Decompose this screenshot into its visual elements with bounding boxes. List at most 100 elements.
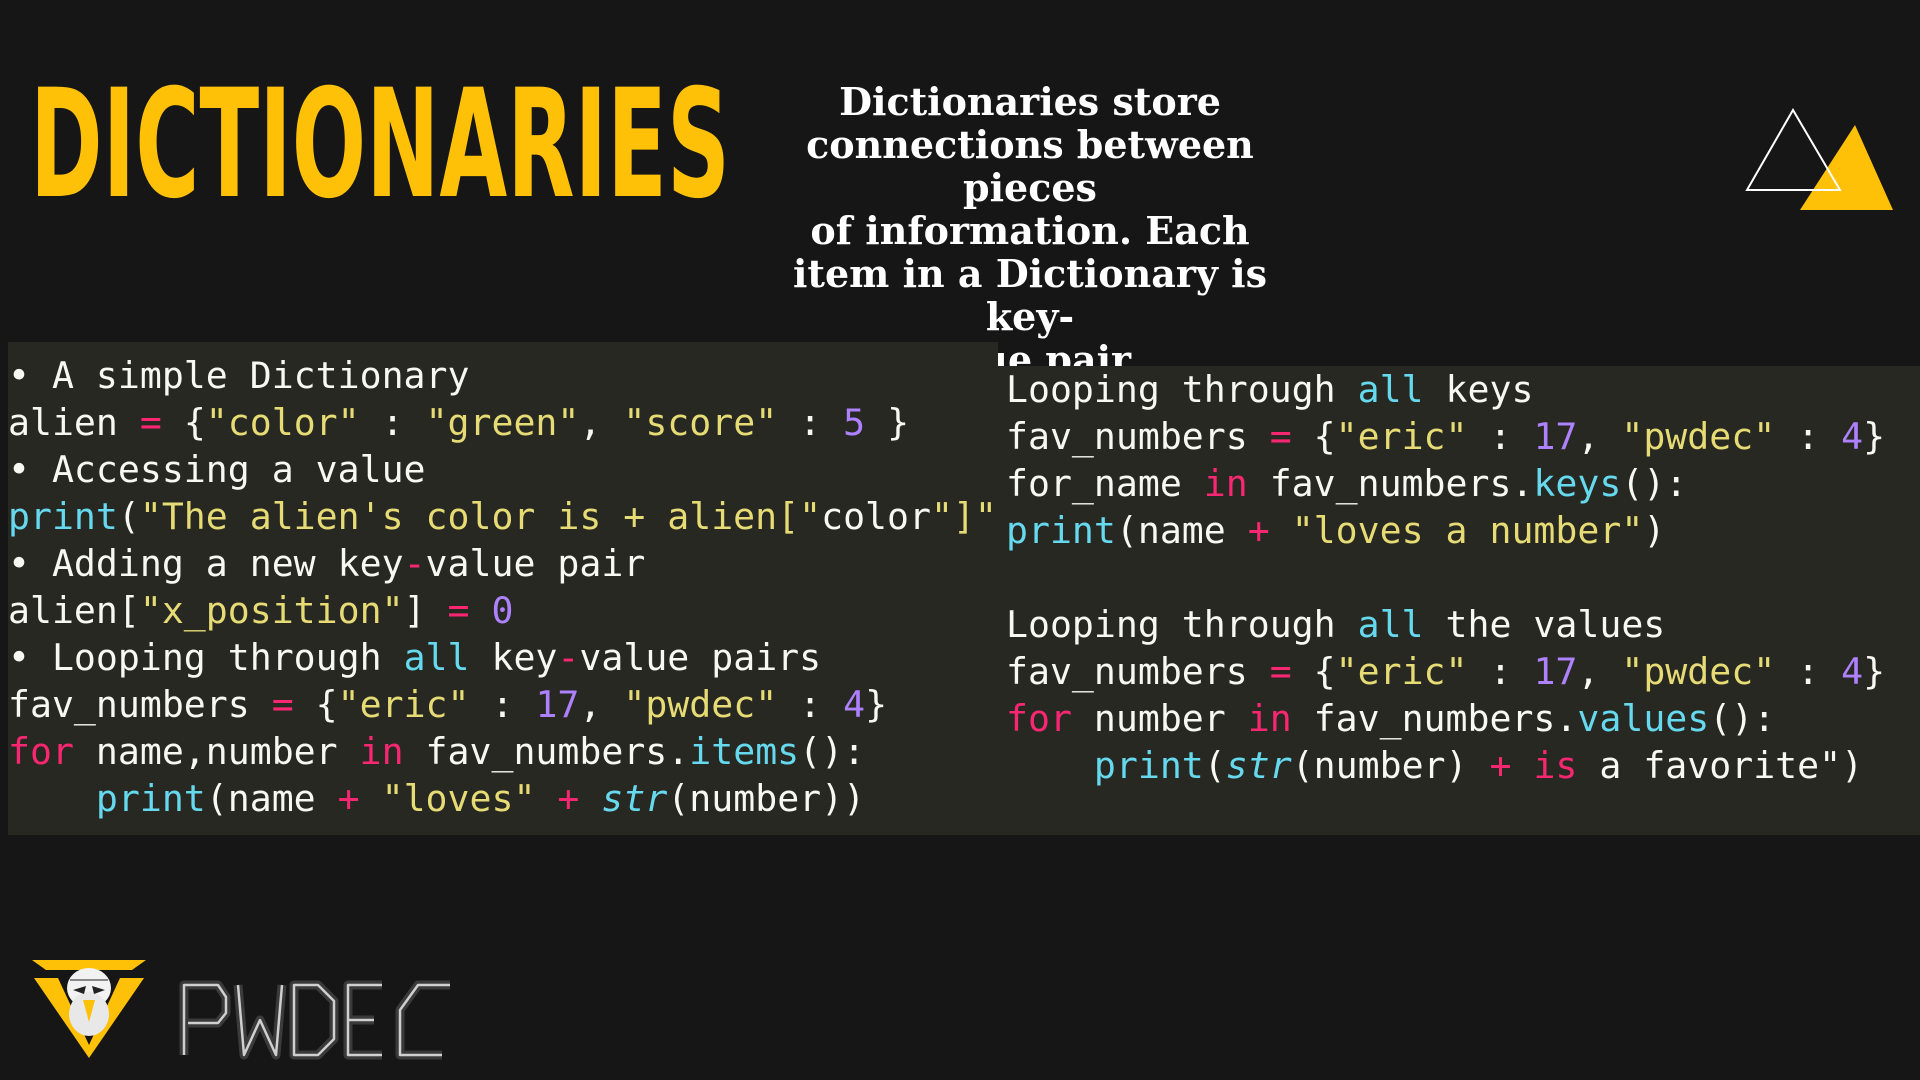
code-token: = xyxy=(1269,415,1292,458)
code-token: + xyxy=(1247,509,1270,552)
code-token: (): xyxy=(1709,697,1776,740)
code-line: • Adding a new key-value pair xyxy=(8,540,997,587)
code-token: str xyxy=(601,777,668,820)
description: Dictionaries store connections between p… xyxy=(780,80,1280,381)
code-line: Looping through all keys xyxy=(1006,366,1885,413)
code-token: color xyxy=(821,495,931,538)
code-token: 17 xyxy=(1533,415,1578,458)
code-token: "green" xyxy=(425,401,580,444)
code-token: ] xyxy=(403,589,448,632)
code-line: print(name + "loves" + str(number)) xyxy=(8,775,997,822)
code-token: "eric" xyxy=(1335,650,1468,693)
code-line: fav_numbers = {"eric" : 17, "pwdec" : 4} xyxy=(8,681,997,728)
code-token: = xyxy=(447,589,470,632)
code-token: = xyxy=(271,683,294,726)
code-token: + xyxy=(557,777,580,820)
code-token: values xyxy=(1577,697,1710,740)
code-token: : xyxy=(1467,650,1534,693)
code-token: a favorite") xyxy=(1577,744,1864,787)
code-token: • A simple Dictionary xyxy=(8,354,470,397)
code-line: • Accessing a value xyxy=(8,446,997,493)
code-token: (number) xyxy=(1291,744,1490,787)
code-line: • Looping through all key-value pairs xyxy=(8,634,997,681)
code-token: print xyxy=(1093,744,1204,787)
code-token: } xyxy=(865,683,888,726)
code-token: fav_numbers xyxy=(1006,650,1270,693)
code-token: { xyxy=(1291,650,1336,693)
code-token: keys xyxy=(1423,368,1534,411)
code-token: is xyxy=(1533,744,1578,787)
code-token: "loves" xyxy=(381,777,536,820)
code-token: "score" xyxy=(623,401,778,444)
code-block-left: • A simple Dictionary alien = {"color" : … xyxy=(8,352,997,822)
code-token: "color" xyxy=(205,401,360,444)
code-token: (name xyxy=(1115,509,1248,552)
code-line: Looping through all the values xyxy=(1006,601,1885,648)
code-token: all xyxy=(1357,368,1424,411)
code-line: alien = {"color" : "green", "score" : 5 … xyxy=(8,399,997,446)
code-token: "pwdec" xyxy=(623,683,778,726)
code-token: str xyxy=(1225,744,1292,787)
code-line: • A simple Dictionary xyxy=(8,352,997,399)
code-token: fav_numbers xyxy=(8,683,272,726)
code-token: name,number xyxy=(73,730,360,773)
code-token: • Looping through xyxy=(8,636,404,679)
code-panel-left: • A simple Dictionary alien = {"color" : … xyxy=(8,342,998,835)
code-token: (): xyxy=(799,730,866,773)
code-token: : xyxy=(777,401,844,444)
code-token: • Accessing a value xyxy=(8,448,426,491)
code-token: + xyxy=(1489,744,1512,787)
code-line: alien["x_position"] = 0 xyxy=(8,587,997,634)
code-token: for_name xyxy=(1006,462,1204,505)
code-token: number xyxy=(1071,697,1248,740)
code-token: : xyxy=(1467,415,1534,458)
code-token: } xyxy=(865,401,910,444)
eagle-emblem-icon xyxy=(32,960,146,1058)
code-token: (): xyxy=(1621,462,1688,505)
code-token: 17 xyxy=(535,683,580,726)
code-token: - xyxy=(403,542,426,585)
code-token: (name xyxy=(205,777,338,820)
code-token: value pair xyxy=(425,542,646,585)
code-token: "The alien's color is + alien[" xyxy=(139,495,822,538)
code-token: "eric" xyxy=(337,683,470,726)
code-token: "]" xyxy=(930,495,997,538)
code-token: fav_numbers. xyxy=(1291,697,1578,740)
code-token: fav_numbers. xyxy=(403,730,690,773)
code-token: Looping through xyxy=(1006,603,1358,646)
code-token: , xyxy=(579,683,624,726)
code-token: : xyxy=(1775,650,1842,693)
code-token: in xyxy=(359,730,404,773)
code-token: ( xyxy=(117,495,140,538)
code-token: } xyxy=(1863,415,1886,458)
code-token: the values xyxy=(1423,603,1666,646)
code-token: for xyxy=(8,730,74,773)
code-token: { xyxy=(161,401,206,444)
code-token: keys xyxy=(1533,462,1622,505)
code-token: ) xyxy=(1643,509,1666,552)
triangle-decoration-icon xyxy=(1745,108,1893,210)
code-token: : xyxy=(359,401,426,444)
code-token: alien xyxy=(8,401,140,444)
code-token: - xyxy=(557,636,580,679)
code-token: for xyxy=(1006,697,1072,740)
code-token: key xyxy=(469,636,558,679)
code-token: + xyxy=(337,777,360,820)
code-token: { xyxy=(293,683,338,726)
code-token: , xyxy=(579,401,624,444)
code-line: print(name + "loves a number") xyxy=(1006,507,1885,554)
code-token: 4 xyxy=(1841,415,1864,458)
code-token: all xyxy=(403,636,470,679)
code-token: "loves a number" xyxy=(1291,509,1644,552)
code-block-right: Looping through all keys fav_numbers = {"… xyxy=(1006,366,1885,789)
code-line: print("The alien's color is + alien["col… xyxy=(8,493,997,540)
code-token: print xyxy=(8,495,118,538)
code-line: for name,number in fav_numbers.items(): xyxy=(8,728,997,775)
